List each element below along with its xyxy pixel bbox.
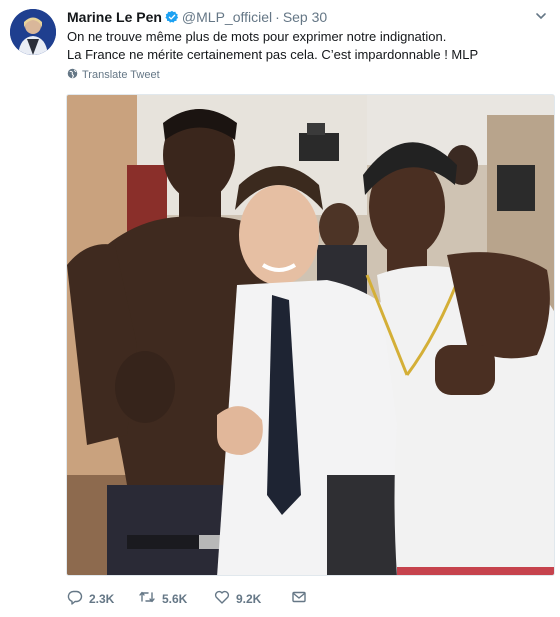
separator-dot: ·: [275, 9, 280, 25]
tweet-card: Marine Le Pen @MLP_officiel · Sep 30 On ne …: [0, 0, 560, 617]
retweet-count: 5.6K: [162, 591, 188, 606]
translate-tweet-link[interactable]: Translate Tweet: [67, 68, 160, 82]
tweet-text-line: La France ne mérite certainement pas cel…: [67, 47, 479, 62]
reply-count: 2.3K: [89, 591, 115, 606]
reply-icon: [67, 589, 83, 608]
like-count: 9.2K: [236, 591, 262, 606]
chevron-down-icon[interactable]: [534, 9, 548, 23]
translate-label: Translate Tweet: [82, 69, 160, 81]
retweet-button[interactable]: 5.6K: [138, 589, 214, 608]
retweet-icon: [138, 589, 156, 608]
avatar[interactable]: [10, 9, 56, 55]
tweet-actions: 2.3K 5.6K 9.2K: [67, 589, 307, 608]
tweet-photo[interactable]: [66, 94, 555, 576]
heart-icon: [214, 589, 230, 608]
globe-icon: [67, 68, 78, 82]
tweet-text: On ne trouve même plus de mots pour expr…: [67, 28, 478, 64]
verified-badge-icon: [165, 10, 179, 28]
tweet-date[interactable]: Sep 30: [283, 9, 327, 25]
author-name[interactable]: Marine Le Pen: [67, 9, 162, 25]
reply-button[interactable]: 2.3K: [67, 589, 138, 608]
like-button[interactable]: 9.2K: [214, 589, 291, 608]
direct-message-button[interactable]: [291, 589, 307, 608]
tweet-text-line: On ne trouve même plus de mots pour expr…: [67, 29, 447, 44]
envelope-icon: [291, 589, 307, 608]
author-handle[interactable]: @MLP_officiel: [182, 9, 272, 25]
tweet-header: Marine Le Pen @MLP_officiel · Sep 30: [67, 8, 327, 28]
